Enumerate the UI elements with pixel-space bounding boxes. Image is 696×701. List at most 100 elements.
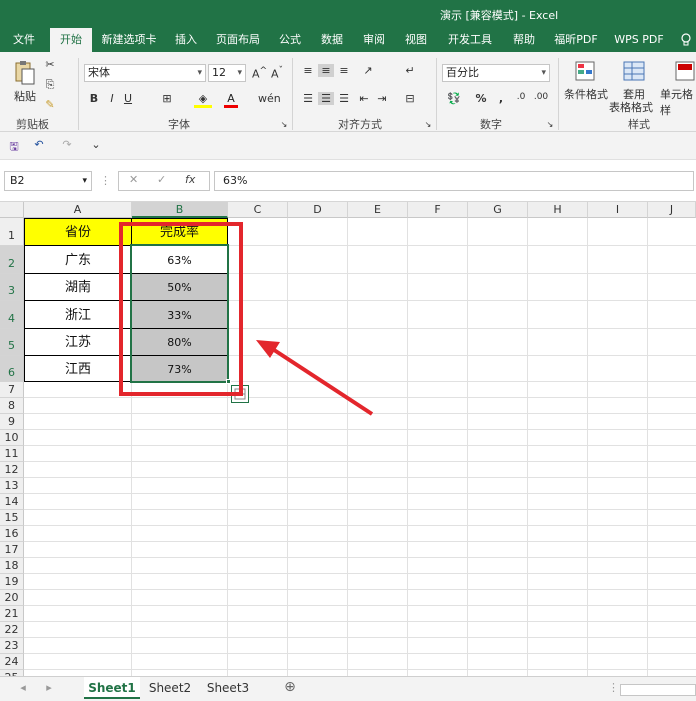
row-header-20[interactable]: 20 — [0, 590, 24, 606]
fill-color-icon[interactable]: ◈ — [194, 92, 212, 108]
tab-view[interactable]: 视图 — [398, 28, 434, 52]
column-header-h[interactable]: H — [528, 202, 588, 218]
row-header-16[interactable]: 16 — [0, 526, 24, 542]
row-header-17[interactable]: 17 — [0, 542, 24, 558]
row-header-11[interactable]: 11 — [0, 446, 24, 462]
align-top-icon[interactable]: ≡ — [300, 64, 316, 77]
paste-button[interactable]: 粘贴 — [10, 88, 40, 104]
row-header-21[interactable]: 21 — [0, 606, 24, 622]
format-as-table-label-2[interactable]: 表格格式 — [606, 99, 656, 115]
cell-a6[interactable]: 江西 — [24, 355, 132, 382]
row-header-9[interactable]: 9 — [0, 414, 24, 430]
row-header-2[interactable]: 2 — [0, 246, 24, 274]
align-left-icon[interactable]: ☰ — [300, 92, 316, 105]
copy-icon[interactable]: ⎘ — [42, 78, 58, 92]
save-icon[interactable]: 🖫 — [6, 138, 22, 157]
name-box[interactable]: B2 ▾ — [4, 171, 92, 191]
wrap-text-icon[interactable]: ↵ — [402, 64, 418, 77]
decrease-decimal-icon[interactable]: .00 — [532, 92, 550, 102]
tab-home[interactable]: 开始 — [50, 28, 92, 52]
column-header-e[interactable]: E — [348, 202, 408, 218]
tab-new[interactable]: 新建选项卡 — [96, 28, 162, 52]
phonetic-icon[interactable]: wén — [258, 92, 281, 105]
sheet-tab-sheet1[interactable]: Sheet1 — [84, 677, 140, 699]
row-header-5[interactable]: 5 — [0, 329, 24, 356]
row-header-19[interactable]: 19 — [0, 574, 24, 590]
redo-icon[interactable]: ↷ — [58, 138, 76, 151]
font-color-icon[interactable]: A — [224, 92, 238, 108]
select-all-corner[interactable] — [0, 202, 24, 218]
tab-insert[interactable]: 插入 — [168, 28, 204, 52]
add-sheet-icon[interactable]: ⊕ — [282, 679, 298, 695]
underline-icon[interactable]: U — [122, 92, 134, 105]
align-middle-icon[interactable]: ≡ — [318, 64, 334, 77]
cell-styles-button[interactable]: 单元格样 — [660, 86, 696, 118]
column-header-j[interactable]: J — [648, 202, 696, 218]
number-dialog-launcher-icon[interactable]: ↘ — [546, 120, 554, 129]
row-header-3[interactable]: 3 — [0, 274, 24, 301]
undo-icon[interactable]: ↶ — [30, 138, 48, 151]
row-header-7[interactable]: 7 — [0, 382, 24, 398]
format-painter-icon[interactable]: ✎ — [42, 98, 58, 111]
tab-wps-pdf[interactable]: WPS PDF — [608, 28, 670, 52]
tab-foxit-pdf[interactable]: 福昕PDF — [548, 28, 604, 52]
align-bottom-icon[interactable]: ≡ — [336, 64, 352, 77]
column-header-c[interactable]: C — [228, 202, 288, 218]
cell-a5[interactable]: 江苏 — [24, 328, 132, 356]
formula-input[interactable]: 63% — [214, 171, 694, 191]
borders-icon[interactable]: ⊞ — [158, 92, 176, 105]
row-header-12[interactable]: 12 — [0, 462, 24, 478]
tab-page-layout[interactable]: 页面布局 — [210, 28, 266, 52]
merge-center-icon[interactable]: ⊟ — [402, 92, 418, 105]
horizontal-scrollbar[interactable] — [620, 684, 696, 696]
font-dialog-launcher-icon[interactable]: ↘ — [280, 120, 288, 129]
cancel-icon[interactable]: ✕ — [129, 173, 138, 186]
currency-icon[interactable]: 💱 — [444, 92, 464, 105]
lightbulb-icon[interactable] — [676, 28, 696, 52]
decrease-indent-icon[interactable]: ⇤ — [356, 92, 372, 105]
insert-function-icon[interactable]: fx — [185, 173, 195, 186]
row-header-4[interactable]: 4 — [0, 301, 24, 329]
cut-icon[interactable]: ✂ — [42, 58, 58, 71]
format-as-table-icon[interactable] — [622, 60, 646, 84]
align-center-icon[interactable]: ☰ — [318, 92, 334, 105]
row-header-14[interactable]: 14 — [0, 494, 24, 510]
tab-data[interactable]: 数据 — [314, 28, 350, 52]
cell-a1[interactable]: 省份 — [24, 218, 132, 246]
font-name-select[interactable]: 宋体 ▾ — [84, 64, 206, 82]
row-header-15[interactable]: 15 — [0, 510, 24, 526]
row-header-18[interactable]: 18 — [0, 558, 24, 574]
paste-icon[interactable] — [14, 60, 36, 86]
row-header-10[interactable]: 10 — [0, 430, 24, 446]
column-header-d[interactable]: D — [288, 202, 348, 218]
sheet-tab-sheet2[interactable]: Sheet2 — [142, 677, 198, 699]
column-header-f[interactable]: F — [408, 202, 468, 218]
row-header-1[interactable]: 1 — [0, 218, 24, 246]
font-shrink-icon[interactable]: Aˇ — [270, 65, 284, 81]
tab-file[interactable]: 文件 — [4, 28, 44, 52]
enter-icon[interactable]: ✓ — [157, 173, 166, 186]
more-handle-icon[interactable]: ⋮ — [608, 681, 619, 694]
more-handle-icon[interactable]: ⋮ — [100, 174, 111, 187]
bold-icon[interactable]: B — [88, 92, 100, 105]
italic-icon[interactable]: I — [106, 92, 118, 105]
number-format-select[interactable]: 百分比 ▾ — [442, 64, 550, 82]
percent-icon[interactable]: % — [474, 92, 488, 105]
column-header-b[interactable]: B — [132, 202, 228, 218]
tab-review[interactable]: 审阅 — [356, 28, 392, 52]
chevron-right-icon[interactable]: ▸ — [44, 681, 54, 694]
column-header-i[interactable]: I — [588, 202, 648, 218]
column-header-g[interactable]: G — [468, 202, 528, 218]
tab-developer[interactable]: 开发工具 — [440, 28, 500, 52]
sheet-tab-sheet3[interactable]: Sheet3 — [200, 677, 256, 699]
chevron-left-icon[interactable]: ◂ — [18, 681, 28, 694]
cell-a3[interactable]: 湖南 — [24, 273, 132, 301]
column-header-a[interactable]: A — [24, 202, 132, 218]
comma-icon[interactable]: , — [494, 92, 508, 105]
alignment-dialog-launcher-icon[interactable]: ↘ — [424, 120, 432, 129]
tab-help[interactable]: 帮助 — [506, 28, 542, 52]
font-size-select[interactable]: 12 ▾ — [208, 64, 246, 82]
row-header-24[interactable]: 24 — [0, 654, 24, 670]
font-grow-icon[interactable]: A^ — [252, 65, 267, 81]
conditional-format-button[interactable]: 条件格式 — [564, 86, 608, 102]
